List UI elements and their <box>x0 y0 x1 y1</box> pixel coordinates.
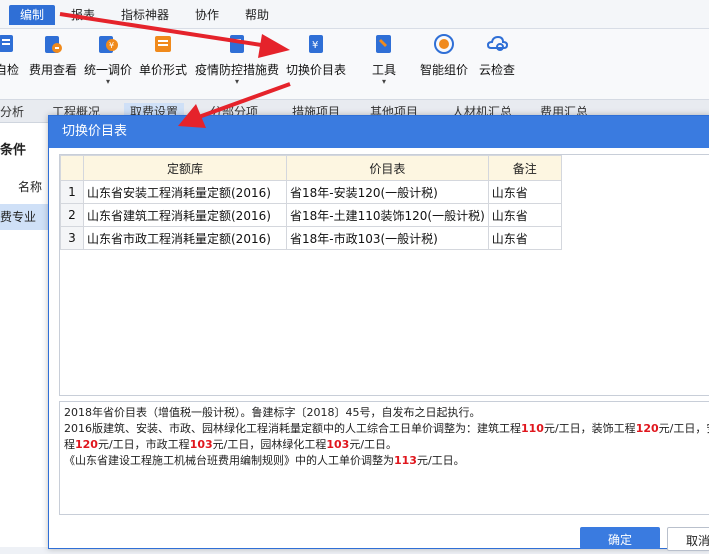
switch-pricelist-icon: ¥ <box>305 33 327 55</box>
tools-button[interactable]: 工具 ▾ <box>367 33 401 86</box>
quota-cell[interactable]: 山东省建筑工程消耗量定额(2016) <box>83 203 287 227</box>
row-index: 3 <box>60 226 84 250</box>
left-panel: 条件 名称 费专业 <box>0 123 49 547</box>
pricelist-cell[interactable]: 省18年-安装120(一般计税) <box>286 180 489 204</box>
epidemic-fee-icon <box>226 33 248 55</box>
chevron-down-icon[interactable]: ▾ <box>367 78 401 86</box>
switch-pricelist-button[interactable]: ¥ 切换价目表 <box>284 33 348 78</box>
description-line-4: 《山东省建设工程施工机械台班费用编制规则》中的人工单价调整为113元/工日。 <box>64 453 705 469</box>
menu-help[interactable]: 帮助 <box>234 5 280 25</box>
description-text: 元/工日。 <box>349 438 398 451</box>
row-index: 1 <box>60 180 84 204</box>
pricelist-cell[interactable]: 省18年-土建110装饰120(一般计税) <box>286 203 489 227</box>
description-text: 《山东省建设工程施工机械台班费用编制规则》中的人工单价调整为 <box>64 454 394 467</box>
self-check-icon <box>0 33 18 55</box>
switch-pricelist-label: 切换价目表 <box>285 63 346 77</box>
note-header: 备注 <box>487 155 562 181</box>
highlight-value: 103 <box>189 438 213 451</box>
pricelist-table: 定额库 价目表 备注 1 山东省安装工程消耗量定额(2016) 省18年-安装1… <box>60 155 562 250</box>
chevron-down-icon[interactable]: ▾ <box>83 78 133 86</box>
description-line-1: 2018年省价目表（增值税一般计税）。鲁建标字〔2018〕45号，自发布之日起执… <box>64 406 481 419</box>
note-cell[interactable]: 山东省 <box>487 203 562 227</box>
note-cell[interactable]: 山东省 <box>487 226 562 250</box>
table-row[interactable]: 1 山东省安装工程消耗量定额(2016) 省18年-安装120(一般计税) 山东… <box>60 180 562 204</box>
note-cell[interactable]: 山东省 <box>487 180 562 204</box>
menu-bar: 编制 报表 指标神器 协作 帮助 <box>0 0 709 29</box>
description-text: 元/工日。 <box>416 454 465 467</box>
table-header-row: 定额库 价目表 备注 <box>60 155 562 181</box>
fee-view-label: 费用查看 <box>28 63 77 77</box>
toolbar: 自检 费用查看 ¥ 统一调价 ▾ 单价形式 疫情防控措施费 ▾ ¥ 切换价目表 <box>0 29 709 100</box>
description-line-2: 2016版建筑、安装、市政、园林绿化工程消耗量定额中的人工综合工日单价调整为：建… <box>64 421 709 437</box>
cloud-check-label: 云检查 <box>478 63 515 77</box>
tools-label: 工具 <box>371 63 396 77</box>
pricelist-header: 价目表 <box>286 155 489 181</box>
quota-header: 定额库 <box>83 155 287 181</box>
unified-price-button[interactable]: ¥ 统一调价 ▾ <box>83 33 133 86</box>
unit-price-label: 单价形式 <box>138 63 187 77</box>
table-row[interactable]: 3 山东省市政工程消耗量定额(2016) 省18年-市政103(一般计税) 山东… <box>60 226 562 250</box>
cloud-check-icon <box>486 33 509 55</box>
dialog-title: 切换价目表 <box>49 116 709 148</box>
highlight-value: 120 <box>635 422 659 435</box>
pricelist-grid: 定额库 价目表 备注 1 山东省安装工程消耗量定额(2016) 省18年-安装1… <box>59 154 709 396</box>
epidemic-fee-button[interactable]: 疫情防控措施费 ▾ <box>193 33 281 86</box>
tools-icon <box>373 33 395 55</box>
highlight-value: 113 <box>394 454 417 467</box>
unified-price-label: 统一调价 <box>83 63 132 77</box>
unified-price-icon: ¥ <box>97 33 119 55</box>
description-text: 元/工日，安 <box>658 422 709 435</box>
menu-edit[interactable]: 编制 <box>9 5 56 25</box>
self-check-label: 自检 <box>0 63 19 77</box>
self-check-button[interactable]: 自检 <box>0 33 22 78</box>
unit-price-icon <box>152 33 174 55</box>
smart-pricing-icon <box>433 33 455 55</box>
description-line-3: 程120元/工日，市政工程103元/工日，园林绿化工程103元/工日。 <box>64 437 705 453</box>
description-text: 元/工日，装饰工程 <box>543 422 636 435</box>
left-panel-title: 条件 <box>0 143 27 158</box>
smart-pricing-label: 智能组价 <box>419 63 468 77</box>
chevron-down-icon[interactable]: ▾ <box>193 78 281 86</box>
highlight-value: 110 <box>521 422 544 435</box>
switch-pricelist-dialog: 切换价目表 定额库 价目表 备注 1 山东省安装工程消耗量定额(2016) 省1… <box>48 115 709 551</box>
cancel-button[interactable]: 取消 <box>667 527 709 551</box>
left-panel-selected-item[interactable]: 费专业 <box>0 204 48 230</box>
svg-text:¥: ¥ <box>109 41 114 50</box>
description-text: 元/工日，园林绿化工程 <box>212 438 327 451</box>
svg-text:¥: ¥ <box>312 40 318 51</box>
highlight-value: 120 <box>75 438 98 451</box>
quota-cell[interactable]: 山东省市政工程消耗量定额(2016) <box>83 226 287 250</box>
tab-analysis[interactable]: 分析 <box>0 103 24 122</box>
menu-report[interactable]: 报表 <box>60 5 106 25</box>
fee-view-icon <box>42 33 64 55</box>
description-text: 元/工日，市政工程 <box>97 438 190 451</box>
pricelist-description: 2018年省价目表（增值税一般计税）。鲁建标字〔2018〕45号，自发布之日起执… <box>59 401 709 515</box>
smart-pricing-button[interactable]: 智能组价 <box>418 33 470 78</box>
ok-button[interactable]: 确定 <box>580 527 660 549</box>
description-text: 程 <box>64 438 75 451</box>
fee-view-button[interactable]: 费用查看 <box>27 33 79 78</box>
index-header <box>60 155 84 181</box>
row-index: 2 <box>60 203 84 227</box>
quota-cell[interactable]: 山东省安装工程消耗量定额(2016) <box>83 180 287 204</box>
epidemic-fee-label: 疫情防控措施费 <box>194 63 279 77</box>
table-row[interactable]: 2 山东省建筑工程消耗量定额(2016) 省18年-土建110装饰120(一般计… <box>60 203 562 227</box>
cloud-check-button[interactable]: 云检查 <box>477 33 517 78</box>
pricelist-cell[interactable]: 省18年-市政103(一般计税) <box>286 226 489 250</box>
unit-price-button[interactable]: 单价形式 <box>138 33 188 78</box>
highlight-value: 103 <box>326 438 350 451</box>
left-panel-column-name: 名称 <box>18 180 43 194</box>
description-text: 2016版建筑、安装、市政、园林绿化工程消耗量定额中的人工综合工日单价调整为：建… <box>64 422 521 435</box>
menu-index-tool[interactable]: 指标神器 <box>110 5 180 25</box>
menu-collab[interactable]: 协作 <box>184 5 230 25</box>
